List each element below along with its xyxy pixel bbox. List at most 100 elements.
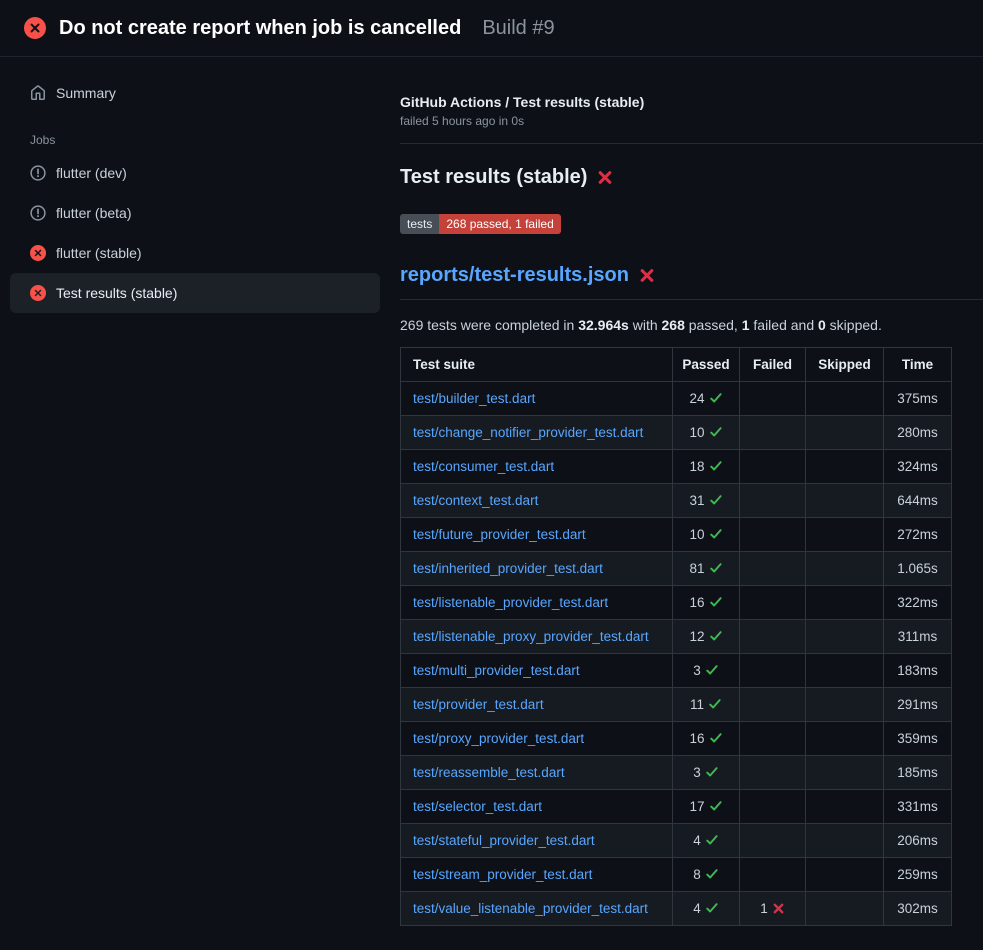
skipped-cell [806,552,884,586]
job-label: flutter (dev) [56,165,127,181]
check-icon [709,459,723,474]
suite-link[interactable]: test/context_test.dart [413,493,538,508]
failed-cell [740,484,806,518]
failed-cell [740,654,806,688]
suite-link[interactable]: test/reassemble_test.dart [413,765,565,780]
passed-cell: 12 [673,620,740,654]
section-title-row: Test results (stable) [400,164,983,190]
sidebar-item-summary[interactable]: Summary [10,73,380,113]
home-icon [30,85,46,101]
breadcrumb: GitHub Actions / Test results (stable) [400,94,983,110]
check-icon [708,697,722,712]
suite-link[interactable]: test/consumer_test.dart [413,459,554,474]
skipped-cell [806,756,884,790]
passed-cell: 11 [673,688,740,722]
failed-cell [740,518,806,552]
suite-link[interactable]: test/change_notifier_provider_test.dart [413,425,643,440]
sidebar-job-item[interactable]: flutter (stable) [10,233,380,273]
suite-cell: test/consumer_test.dart [401,450,673,484]
divider [400,143,983,144]
suite-cell: test/future_provider_test.dart [401,518,673,552]
check-icon [705,663,719,678]
check-icon [705,901,719,916]
check-icon [705,833,719,848]
check-icon [709,527,723,542]
time-cell: 272ms [884,518,952,552]
suite-link[interactable]: test/proxy_provider_test.dart [413,731,584,746]
table-row: test/context_test.dart 31 644ms [401,484,952,518]
status-line: failed 5 hours ago in 0s [400,114,983,128]
suite-link[interactable]: test/multi_provider_test.dart [413,663,580,678]
suite-link[interactable]: test/future_provider_test.dart [413,527,586,542]
suite-cell: test/listenable_proxy_provider_test.dart [401,620,673,654]
failed-cell [740,586,806,620]
report-link[interactable]: reports/test-results.json [400,262,629,288]
passed-cell: 18 [673,450,740,484]
check-icon [709,425,723,440]
passed-cell: 4 [673,892,740,926]
table-row: test/stateful_provider_test.dart 4 206ms [401,824,952,858]
job-label: flutter (beta) [56,205,131,221]
sidebar-job-item[interactable]: flutter (beta) [10,193,380,233]
passed-cell: 3 [673,756,740,790]
failed-cell [740,824,806,858]
summary-line: 269 tests were completed in 32.964s with… [400,317,983,333]
suite-link[interactable]: test/value_listenable_provider_test.dart [413,901,648,916]
suite-link[interactable]: test/provider_test.dart [413,697,544,712]
suite-link[interactable]: test/inherited_provider_test.dart [413,561,603,576]
table-row: test/future_provider_test.dart 10 272ms [401,518,952,552]
sidebar-job-item[interactable]: Test results (stable) [10,273,380,313]
main-content: GitHub Actions / Test results (stable) f… [390,57,983,926]
failed-cell [740,858,806,892]
failed-cell: 1 [740,892,806,926]
time-cell: 322ms [884,586,952,620]
check-icon [709,629,723,644]
skipped-cell [806,824,884,858]
passed-cell: 10 [673,518,740,552]
table-row: test/multi_provider_test.dart 3 183ms [401,654,952,688]
check-icon [705,765,719,780]
suite-link[interactable]: test/listenable_provider_test.dart [413,595,608,610]
table-row: test/listenable_proxy_provider_test.dart… [401,620,952,654]
time-cell: 644ms [884,484,952,518]
badge-value: 268 passed, 1 failed [439,214,560,234]
skipped-cell [806,688,884,722]
time-cell: 311ms [884,620,952,654]
suite-link[interactable]: test/listenable_proxy_provider_test.dart [413,629,649,644]
table-row: test/proxy_provider_test.dart 16 359ms [401,722,952,756]
suite-cell: test/inherited_provider_test.dart [401,552,673,586]
suite-link[interactable]: test/selector_test.dart [413,799,542,814]
skipped-cell [806,790,884,824]
check-icon [709,391,723,406]
layout: Summary Jobs flutter (dev) flutter (beta… [0,57,983,926]
passed-cell: 10 [673,416,740,450]
failed-cell [740,722,806,756]
x-circle-icon [30,285,46,301]
table-row: test/listenable_provider_test.dart 16 32… [401,586,952,620]
cancelled-icon [30,205,46,221]
suite-link[interactable]: test/stream_provider_test.dart [413,867,592,882]
time-cell: 259ms [884,858,952,892]
suite-cell: test/builder_test.dart [401,382,673,416]
cross-mark-icon [639,267,655,283]
suite-cell: test/listenable_provider_test.dart [401,586,673,620]
table-row: test/change_notifier_provider_test.dart … [401,416,952,450]
suite-link[interactable]: test/builder_test.dart [413,391,535,406]
suite-cell: test/context_test.dart [401,484,673,518]
skipped-cell [806,858,884,892]
check-icon [709,731,723,746]
sidebar-job-item[interactable]: flutter (dev) [10,153,380,193]
time-cell: 302ms [884,892,952,926]
failed-cell [740,552,806,586]
suite-link[interactable]: test/stateful_provider_test.dart [413,833,595,848]
results-table: Test suite Passed Failed Skipped Time te… [400,347,952,926]
passed-cell: 4 [673,824,740,858]
check-icon [709,595,723,610]
build-number: Build #9 [482,17,554,40]
skipped-cell [806,484,884,518]
cross-mark-icon [597,169,613,185]
failed-cell [740,416,806,450]
suite-cell: test/selector_test.dart [401,790,673,824]
time-cell: 291ms [884,688,952,722]
section-title: Test results (stable) [400,164,587,190]
